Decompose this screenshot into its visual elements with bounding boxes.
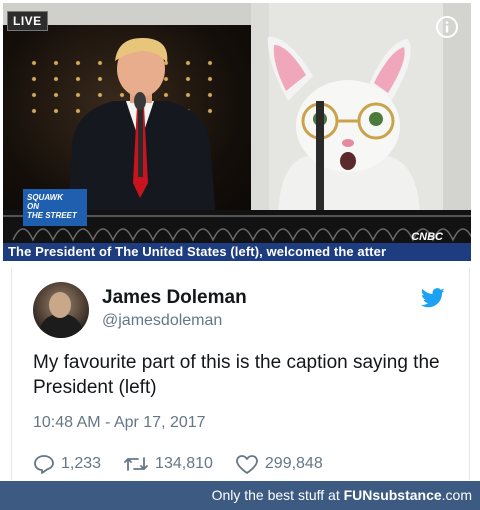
live-badge: LIVE [7,11,48,31]
avatar[interactable] [33,282,89,338]
tweet-text: My favourite part of this is the caption… [33,352,440,398]
reply-count: 1,233 [61,455,102,472]
twitter-bird-icon[interactable] [421,288,445,308]
footer-brand-bold: FUN [343,487,373,503]
reply-icon [34,455,54,474]
network-logo: CNBC [411,231,443,243]
video-frame[interactable]: SQUAWK ON THE STREET CNBC The President … [3,3,471,261]
news-caption-text: The President of The United States (left… [8,244,387,259]
reply-button[interactable]: 1,233 [33,454,101,474]
site-footer-banner[interactable]: Only the best stuff at FUNsubstance.com [0,481,480,510]
footer-brand-tld: .com [441,487,472,503]
tweet-timestamp[interactable]: 10:48 AM - Apr 17, 2017 [33,414,206,432]
retweet-button[interactable]: 134,810 [123,454,213,474]
like-count: 299,848 [264,455,323,472]
easter-bunny-figure [267,36,420,216]
news-caption-bar: The President of The United States (left… [3,243,471,261]
author-name[interactable]: James Doleman [102,287,247,309]
heart-icon [235,454,258,474]
footer-text: Only the best stuff at FUNsubstance.com [211,487,472,503]
tweet-actions: 1,233 134,810 299,848 [33,453,345,475]
tweet-card[interactable]: James Doleman @jamesdoleman My favourite… [11,268,470,480]
author-handle[interactable]: @jamesdoleman [102,312,222,330]
retweet-icon [124,457,148,471]
like-button[interactable]: 299,848 [235,454,323,475]
footer-brand-rest: substance [372,487,442,503]
show-logo: SQUAWK ON THE STREET [23,189,87,226]
info-icon[interactable] [435,15,459,39]
retweet-count: 134,810 [155,455,213,472]
